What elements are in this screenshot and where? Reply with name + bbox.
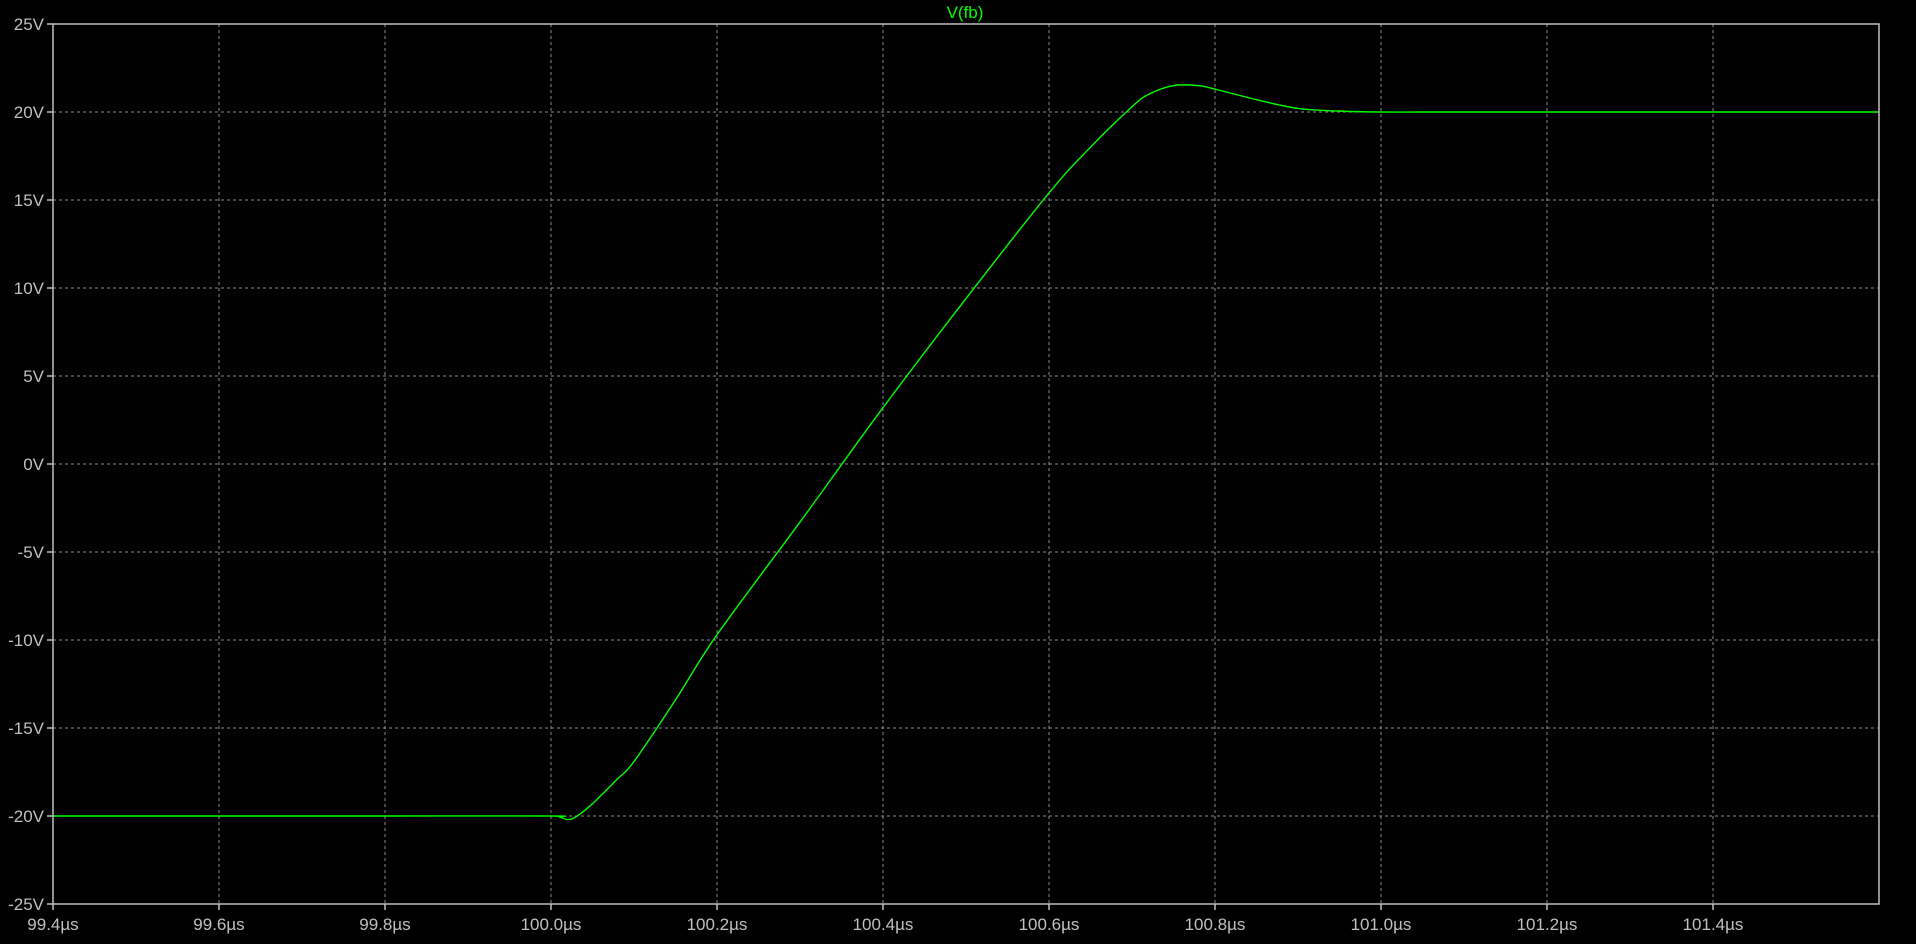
x-tick-label: 100.8µs	[1185, 915, 1246, 934]
x-tick-label: 101.4µs	[1683, 915, 1744, 934]
y-tick-label: 0V	[23, 455, 44, 474]
y-tick-label: -20V	[8, 807, 45, 826]
x-tick-label: 101.0µs	[1351, 915, 1412, 934]
y-tick-label: 20V	[14, 103, 45, 122]
waveform-viewer: 25V 20V 15V 10V 5V 0V -5V -10V -15V -20V -25V 99.4…	[0, 0, 1916, 939]
waveform-plot: 25V 20V 15V 10V 5V 0V -5V -10V -15V -20V -25V 99.4…	[0, 0, 1916, 939]
y-tick-label: 5V	[23, 367, 44, 386]
chart-title[interactable]: V(fb)	[947, 3, 984, 22]
y-tick-label: 10V	[14, 279, 45, 298]
y-tick-label: -5V	[18, 543, 45, 562]
x-tick-label: 100.2µs	[687, 915, 748, 934]
x-tick-label: 101.2µs	[1517, 915, 1578, 934]
x-tick-label: 99.4µs	[27, 915, 78, 934]
x-tick-label: 99.6µs	[193, 915, 244, 934]
x-tick-label: 100.4µs	[853, 915, 914, 934]
plot-background	[0, 0, 1916, 939]
y-tick-label: 15V	[14, 191, 45, 210]
y-tick-label: 25V	[14, 15, 45, 34]
x-tick-label: 99.8µs	[359, 915, 410, 934]
y-tick-label: -10V	[8, 631, 45, 650]
y-tick-label: -15V	[8, 719, 45, 738]
y-tick-label: -25V	[8, 895, 45, 914]
x-tick-label: 100.0µs	[521, 915, 582, 934]
x-tick-label: 100.6µs	[1019, 915, 1080, 934]
